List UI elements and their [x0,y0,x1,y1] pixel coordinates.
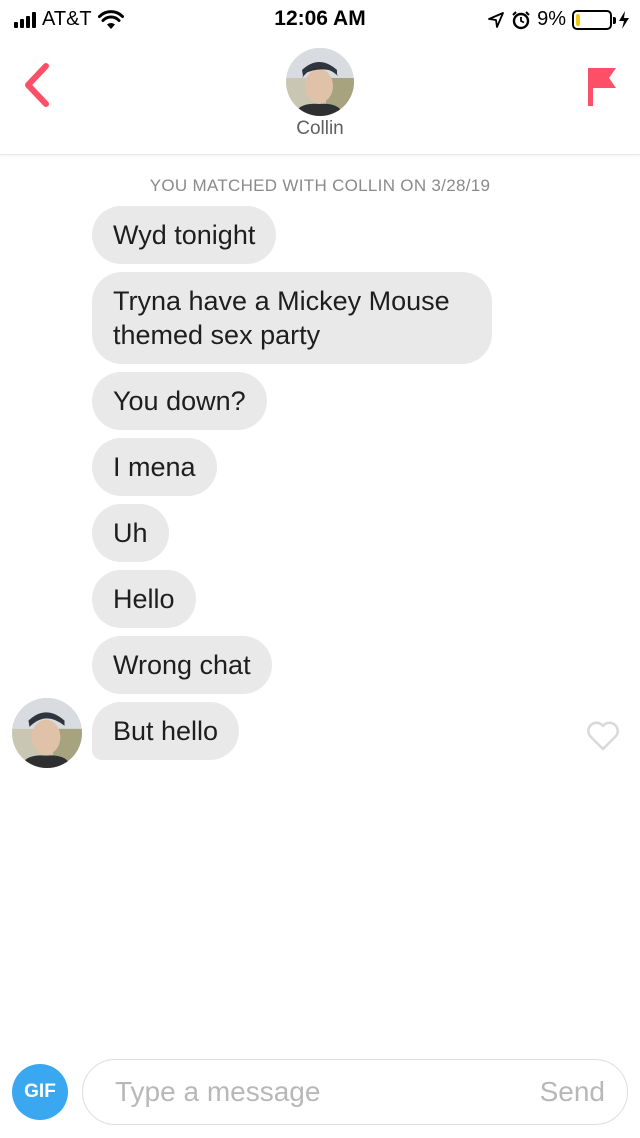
battery-icon [572,9,616,30]
message-bubble[interactable]: Hello [92,570,196,628]
status-bar: AT&T 12:06 AM 9% [0,0,640,40]
message-bubble[interactable]: Uh [92,504,169,562]
sender-avatar[interactable] [12,698,82,768]
battery-percent: 9% [537,8,566,30]
message-bubble[interactable]: Tryna have a Mickey Mouse themed sex par… [92,272,492,364]
chat-header: Collin [0,40,640,155]
alarm-icon [512,10,530,29]
message-bubble[interactable]: Wyd tonight [92,206,277,264]
chevron-left-icon[interactable] [18,60,58,110]
message-bubble[interactable]: But hello [92,702,240,760]
match-avatar[interactable] [286,48,354,116]
location-arrow-icon [488,11,504,28]
flag-icon[interactable] [584,64,620,108]
message-bubble[interactable]: You down? [92,372,267,430]
match-name[interactable]: Collin [0,118,640,140]
charging-bolt-icon [619,10,629,29]
battery-fill [576,13,580,26]
heart-outline-icon[interactable] [585,720,621,752]
gif-button[interactable]: GIF [12,1064,68,1120]
message-bubble[interactable]: I mena [92,438,217,496]
send-button[interactable]: Send [540,1076,605,1108]
message-list: Wyd tonight Tryna have a Mickey Mouse th… [92,206,512,760]
message-bubble[interactable]: Wrong chat [92,636,272,694]
status-right: 9% [487,8,630,31]
message-input[interactable] [115,1060,495,1124]
match-notice: YOU MATCHED WITH COLLIN ON 3/28/19 [149,176,491,195]
battery-cap [613,16,616,24]
message-composer: Send [82,1059,628,1125]
